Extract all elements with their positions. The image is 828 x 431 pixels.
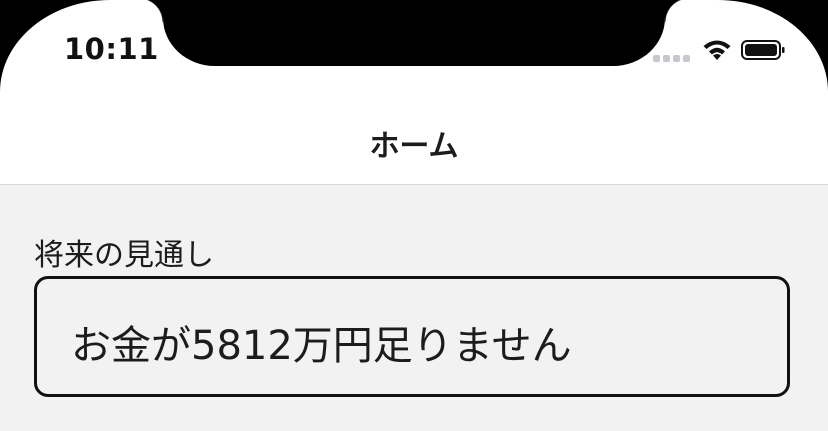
page-title: ホーム	[369, 129, 459, 164]
status-time: 10:11	[64, 32, 159, 66]
device-notch	[139, 0, 689, 66]
navigation-bar: ホーム	[0, 92, 828, 185]
forecast-label: 将来の見通し	[34, 238, 214, 273]
phone-screen: 10:11 ホーム 将来の見通し お金が5812万円足りません	[0, 0, 828, 431]
wifi-icon	[703, 40, 731, 60]
battery-icon	[741, 40, 785, 60]
signal-bar	[683, 55, 690, 62]
cellular-signal-icon	[653, 52, 693, 62]
forecast-message-box: お金が5812万円足りません	[34, 276, 790, 397]
signal-bar	[673, 55, 680, 62]
signal-bar	[663, 55, 670, 62]
signal-bar	[653, 55, 660, 62]
app-surface: 10:11 ホーム 将来の見通し お金が5812万円足りません	[0, 0, 828, 431]
home-content: 将来の見通し お金が5812万円足りません	[0, 185, 828, 431]
forecast-message: お金が5812万円足りません	[71, 323, 572, 369]
